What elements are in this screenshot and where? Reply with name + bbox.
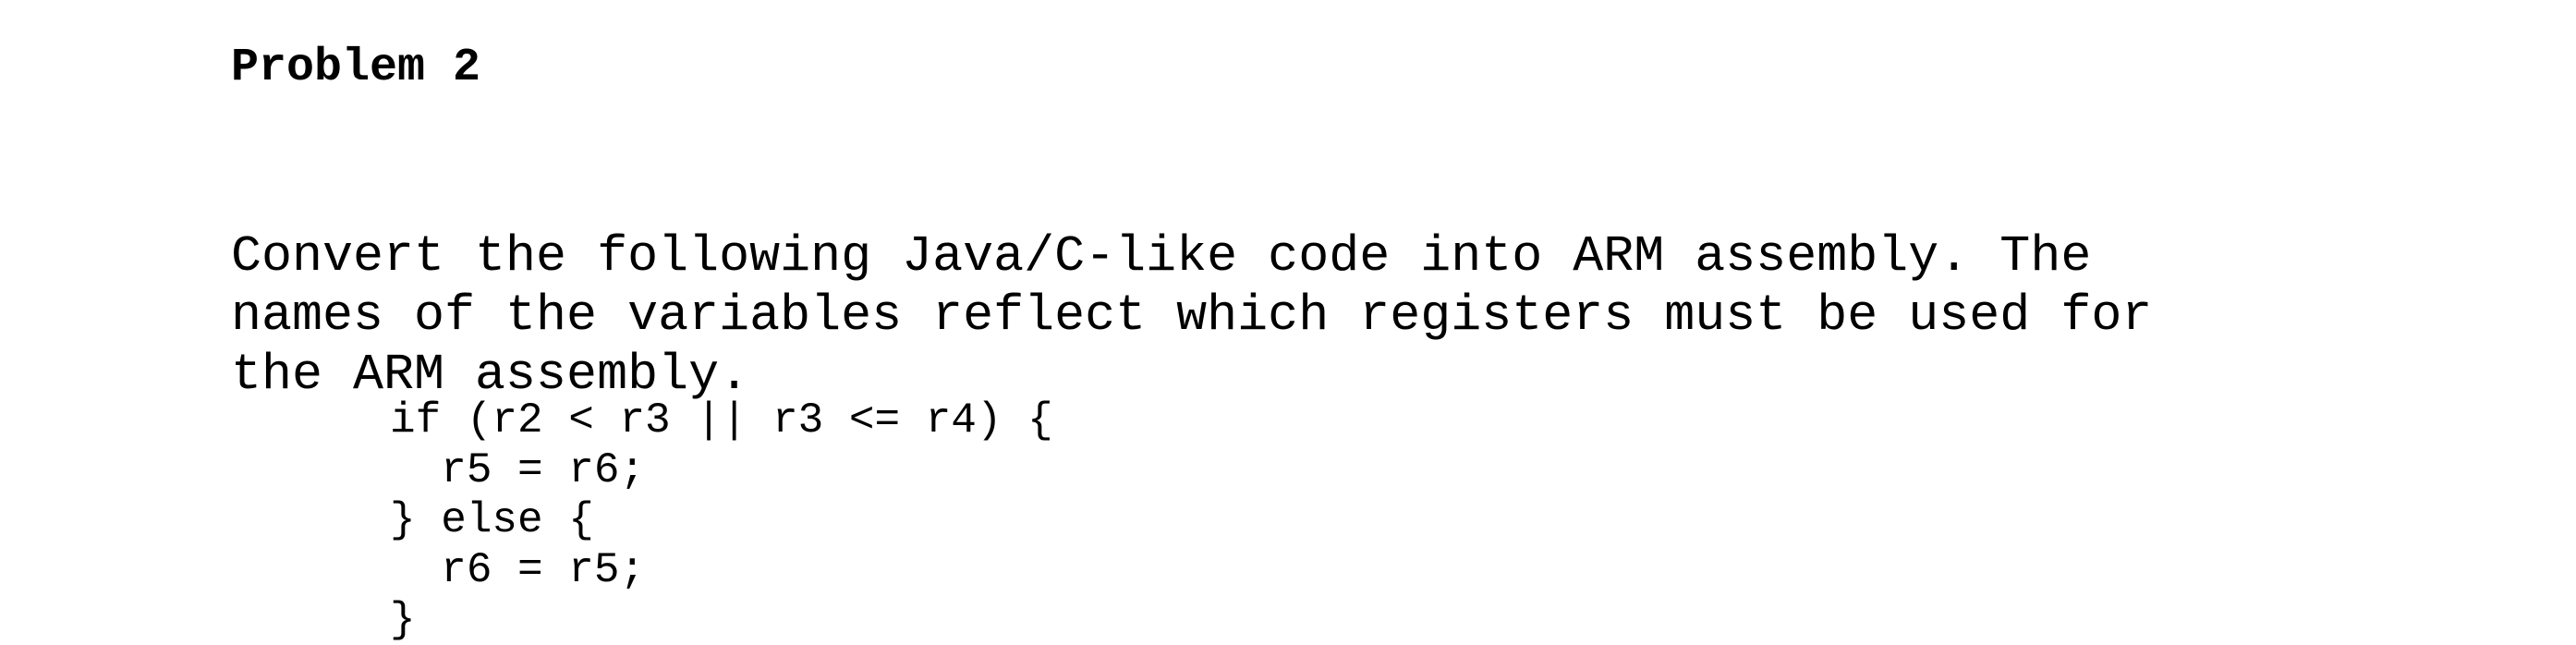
code-block: if (r2 < r3 || r3 <= r4) { r5 = r6;} els… xyxy=(390,396,1053,645)
code-line: r5 = r6; xyxy=(390,446,646,494)
problem-description: Convert the following Java/C-like code i… xyxy=(231,168,2152,405)
code-line: } else { xyxy=(390,496,594,544)
problem-title: Problem 2 xyxy=(231,42,481,94)
code-line: if (r2 < r3 || r3 <= r4) { xyxy=(390,396,1053,444)
code-line: r6 = r5; xyxy=(390,546,646,594)
description-line: names of the variables reflect which reg… xyxy=(231,286,2153,345)
description-line: Convert the following Java/C-like code i… xyxy=(231,227,2092,286)
code-line: } xyxy=(390,596,416,644)
